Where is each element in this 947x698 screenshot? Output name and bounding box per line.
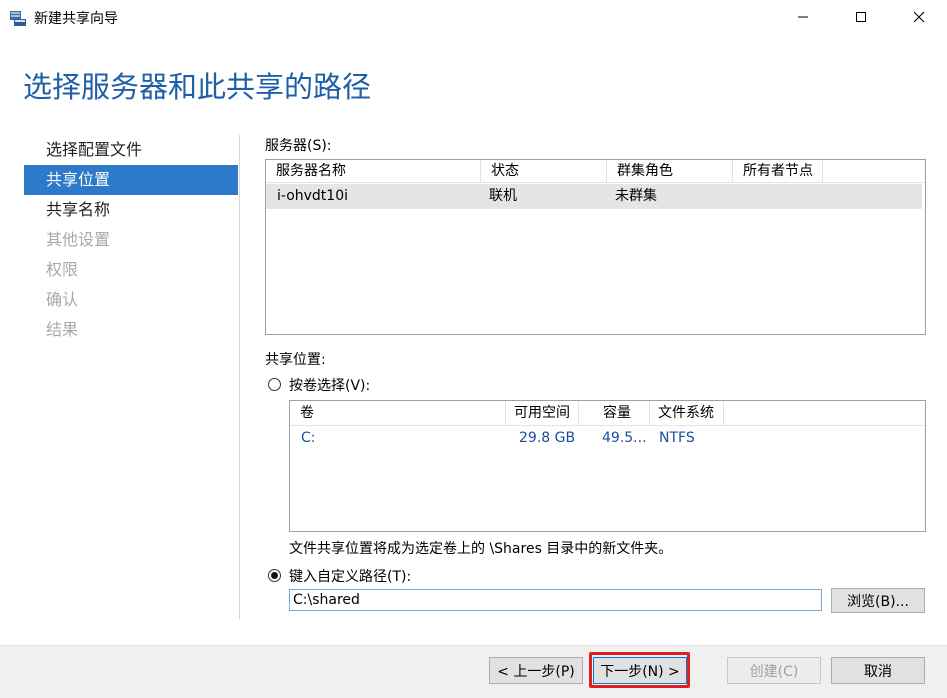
- volume-fs-cell: NTFS: [659, 430, 695, 446]
- select-by-volume-label[interactable]: 按卷选择(V):: [289, 375, 370, 395]
- close-icon: [913, 11, 925, 23]
- server-status-cell: 联机: [489, 188, 517, 204]
- server-list-label: 服务器(S):: [265, 138, 332, 154]
- volume-capacity-cell: 49.5...: [602, 430, 647, 446]
- minimize-icon: [798, 16, 808, 18]
- create-button: 创建(C): [727, 657, 821, 684]
- next-button[interactable]: 下一步(N) >: [593, 657, 687, 684]
- page-title: 选择服务器和此共享的路径: [23, 70, 372, 104]
- nav-step-results: 结果: [46, 320, 79, 339]
- title-bar: 新建共享向导: [0, 0, 947, 36]
- minimize-button[interactable]: [780, 0, 826, 34]
- column-header-cluster-role[interactable]: 群集角色: [607, 160, 733, 182]
- column-header-free-space[interactable]: 可用空间: [506, 401, 579, 425]
- nav-step-permissions: 权限: [46, 260, 79, 279]
- table-row[interactable]: C: 29.8 GB 49.5... NTFS: [290, 426, 925, 451]
- browse-button[interactable]: 浏览(B)...: [831, 588, 925, 613]
- window-title: 新建共享向导: [34, 11, 118, 27]
- custom-path-radio[interactable]: [268, 569, 281, 582]
- select-by-volume-radio[interactable]: [268, 378, 281, 391]
- server-name-cell: i-ohvdt10i: [277, 188, 349, 204]
- nav-divider: [239, 135, 240, 619]
- nav-step-other-settings: 其他设置: [46, 230, 111, 249]
- custom-path-input[interactable]: C:\shared: [289, 589, 822, 611]
- server-list[interactable]: 服务器名称 状态 群集角色 所有者节点 i-ohvdt10i 联机 未群集: [265, 159, 926, 335]
- nav-step-confirm: 确认: [46, 290, 79, 309]
- column-header-volume[interactable]: 卷: [290, 401, 506, 425]
- maximize-button[interactable]: [838, 0, 884, 34]
- column-header-owner-node[interactable]: 所有者节点: [733, 160, 823, 182]
- server-list-header: 服务器名称 状态 群集角色 所有者节点: [266, 160, 925, 183]
- cancel-button[interactable]: 取消: [831, 657, 925, 684]
- volume-note: 文件共享位置将成为选定卷上的 \Shares 目录中的新文件夹。: [289, 541, 673, 557]
- nav-step-share-location[interactable]: 共享位置: [24, 165, 238, 195]
- share-location-label: 共享位置:: [265, 352, 326, 368]
- back-button[interactable]: < 上一步(P): [489, 657, 583, 684]
- maximize-icon: [856, 12, 866, 22]
- nav-step-select-profile[interactable]: 选择配置文件: [24, 135, 238, 165]
- column-header-status[interactable]: 状态: [481, 160, 607, 182]
- nav-step-share-name[interactable]: 共享名称: [24, 195, 238, 225]
- wizard-steps-nav: 选择配置文件 共享位置 共享名称 其他设置 权限 确认 结果: [24, 135, 238, 345]
- volume-list-header: 卷 可用空间 容量 文件系统: [290, 401, 925, 426]
- volume-name-cell: C:: [301, 430, 316, 446]
- table-row[interactable]: i-ohvdt10i 联机 未群集: [266, 184, 922, 209]
- column-header-capacity[interactable]: 容量: [579, 401, 650, 425]
- server-cluster-role-cell: 未群集: [615, 188, 657, 204]
- column-header-file-system[interactable]: 文件系统: [650, 401, 724, 425]
- column-header-server-name[interactable]: 服务器名称: [266, 160, 481, 182]
- server-share-icon: [10, 11, 26, 26]
- volume-list[interactable]: 卷 可用空间 容量 文件系统 C: 29.8 GB 49.5... NTFS: [289, 400, 926, 532]
- volume-free-cell: 29.8 GB: [519, 430, 576, 446]
- close-button[interactable]: [896, 0, 942, 34]
- custom-path-label[interactable]: 键入自定义路径(T):: [289, 566, 411, 586]
